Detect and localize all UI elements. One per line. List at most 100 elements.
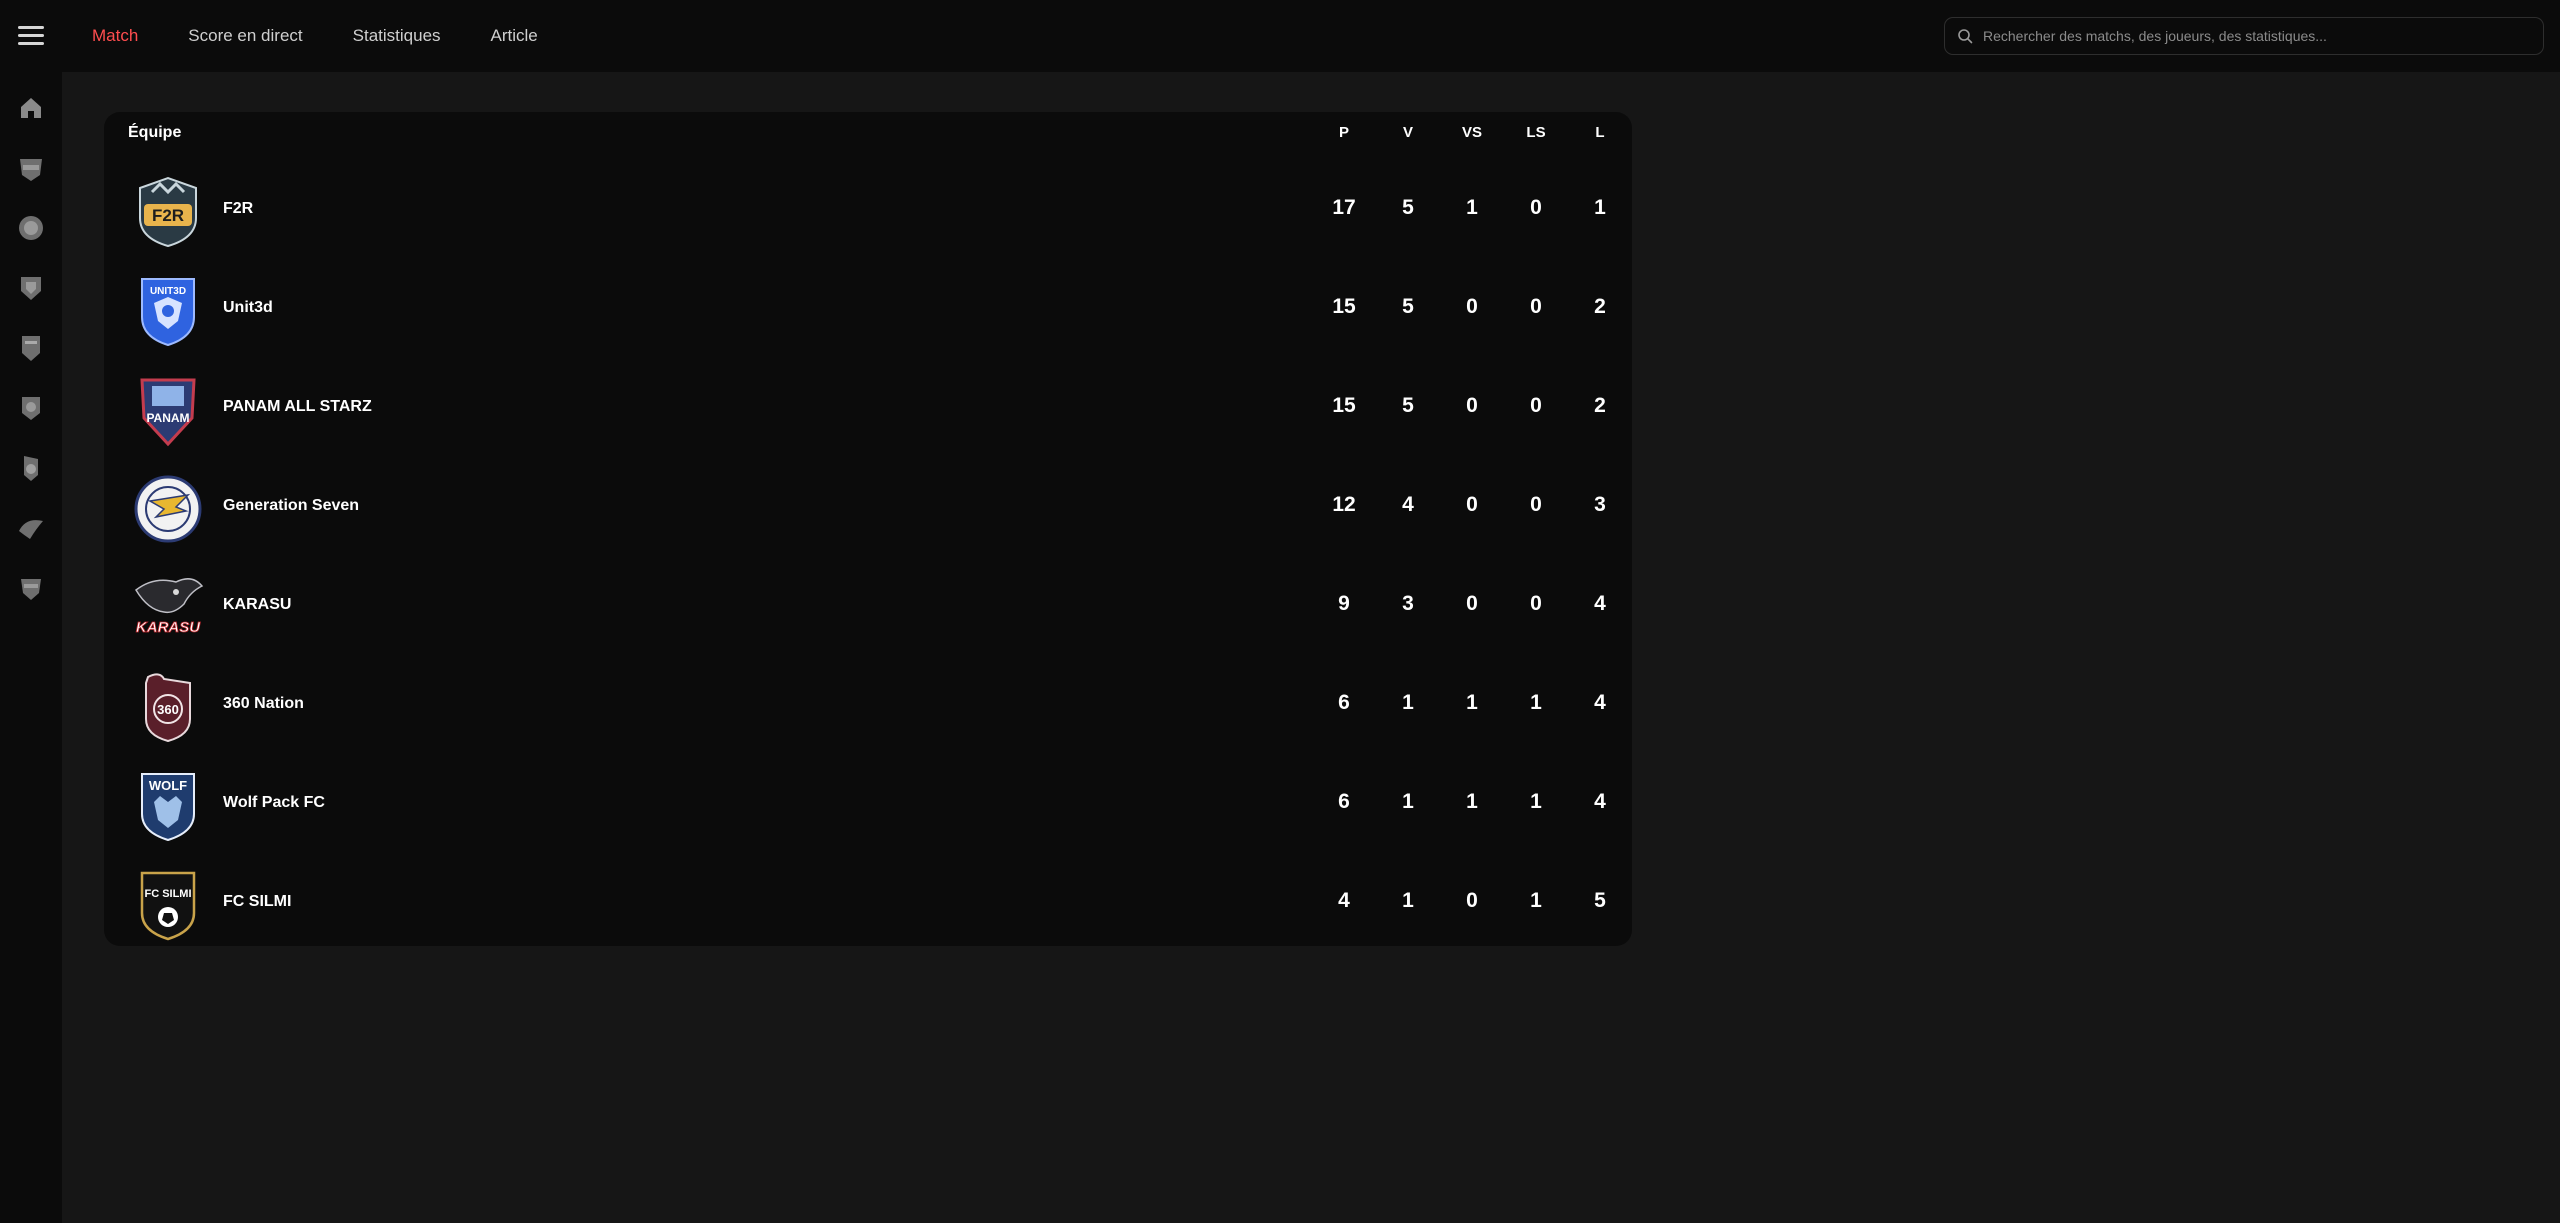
standings-table: Équipe P V VS LS L F2R F2R 17 5 1 0 1 UN… <box>104 112 1632 946</box>
team-logo: F2R <box>130 174 206 250</box>
team-logo: WOLF <box>130 768 206 844</box>
sidebar-item-team-4[interactable] <box>15 332 47 364</box>
stat-vs: 0 <box>1466 889 1478 912</box>
search-icon <box>1958 29 1973 44</box>
table-row[interactable]: WOLF Wolf Pack FC 6 1 1 1 4 <box>104 756 1632 855</box>
team-logo: PANAM <box>130 372 206 448</box>
nav-score-en-direct[interactable]: Score en direct <box>188 26 302 46</box>
stat-v: 1 <box>1402 691 1414 714</box>
stat-p: 15 <box>1332 394 1356 417</box>
header-team: Équipe <box>128 124 182 141</box>
stat-ls: 0 <box>1530 295 1542 318</box>
svg-text:F2R: F2R <box>152 206 184 225</box>
stat-l: 5 <box>1594 889 1606 912</box>
stat-ls: 1 <box>1530 889 1542 912</box>
stat-l: 2 <box>1594 295 1606 318</box>
team-name: FC SILMI <box>223 893 292 910</box>
table-row[interactable]: FC SILMI FC SILMI 4 1 0 1 5 <box>104 855 1632 954</box>
header-ls: LS <box>1526 124 1546 141</box>
team-name: KARASU <box>223 596 292 613</box>
stat-v: 3 <box>1402 592 1414 615</box>
team-name: Generation Seven <box>223 497 360 514</box>
team-logo-icon <box>21 579 41 600</box>
team-logo-icon <box>19 520 43 539</box>
stat-p: 6 <box>1338 691 1350 714</box>
sidebar <box>0 72 62 1223</box>
table-row[interactable]: UNIT3D Unit3d 15 5 0 0 2 <box>104 261 1632 360</box>
stat-l: 2 <box>1594 394 1606 417</box>
svg-text:FC SILMI: FC SILMI <box>144 888 191 900</box>
sidebar-item-team-6[interactable] <box>15 452 47 484</box>
home-icon <box>21 98 41 118</box>
team-logo: FC SILMI <box>130 867 206 943</box>
sidebar-item-team-3[interactable] <box>15 272 47 304</box>
stat-p: 9 <box>1338 592 1350 615</box>
sidebar-item-team-5[interactable] <box>15 392 47 424</box>
svg-text:360: 360 <box>157 702 179 717</box>
header-v: V <box>1402 124 1413 141</box>
team-name: Wolf Pack FC <box>223 794 325 811</box>
stat-p: 6 <box>1338 790 1350 813</box>
stat-p: 15 <box>1332 295 1356 318</box>
header-vs: VS <box>1461 124 1482 141</box>
header-l: L <box>1595 124 1605 141</box>
nav-article[interactable]: Article <box>491 26 538 46</box>
team-name: PANAM ALL STARZ <box>223 398 372 415</box>
stat-l: 1 <box>1594 196 1606 219</box>
stat-ls: 1 <box>1530 790 1542 813</box>
table-row[interactable]: KARASU KARASU 9 3 0 0 4 <box>104 558 1632 657</box>
stat-v: 4 <box>1402 493 1414 516</box>
stat-ls: 0 <box>1530 394 1542 417</box>
stat-v: 5 <box>1402 394 1414 417</box>
table-row[interactable]: 360 360 Nation 6 1 1 1 4 <box>104 657 1632 756</box>
stat-vs: 1 <box>1466 691 1478 714</box>
stat-vs: 0 <box>1466 592 1478 615</box>
stat-l: 3 <box>1594 493 1606 516</box>
team-logo-icon <box>19 216 43 240</box>
stat-vs: 0 <box>1466 493 1478 516</box>
team-name: Unit3d <box>223 299 273 316</box>
sidebar-item-team-8[interactable] <box>15 572 47 604</box>
stat-p: 12 <box>1332 493 1356 516</box>
team-logo-icon <box>22 336 40 361</box>
team-logo: KARASU <box>130 570 206 646</box>
sidebar-item-team-7[interactable] <box>15 512 47 544</box>
header-p: P <box>1338 124 1349 141</box>
main-nav: Match Score en direct Statistiques Artic… <box>92 0 588 72</box>
stat-ls: 0 <box>1530 493 1542 516</box>
stat-v: 5 <box>1402 295 1414 318</box>
team-name: 360 Nation <box>223 695 304 712</box>
stat-v: 1 <box>1402 889 1414 912</box>
table-row[interactable]: F2R F2R 17 5 1 0 1 <box>104 162 1632 261</box>
svg-text:UNIT3D: UNIT3D <box>150 286 186 297</box>
team-logo-icon <box>24 456 38 481</box>
svg-text:PANAM: PANAM <box>146 411 189 425</box>
team-logo: UNIT3D <box>130 273 206 349</box>
table-row[interactable]: Generation Seven 12 4 0 0 3 <box>104 459 1632 558</box>
stat-vs: 0 <box>1466 295 1478 318</box>
stat-vs: 1 <box>1466 790 1478 813</box>
stat-p: 4 <box>1338 889 1350 912</box>
hamburger-menu-icon[interactable] <box>18 20 45 50</box>
search-input[interactable] <box>1983 28 2543 44</box>
stat-l: 4 <box>1594 790 1606 813</box>
svg-text:WOLF: WOLF <box>149 778 187 793</box>
nav-statistiques[interactable]: Statistiques <box>353 26 441 46</box>
sidebar-item-team-1[interactable] <box>15 152 47 184</box>
stat-v: 5 <box>1402 196 1414 219</box>
team-logo-icon <box>22 397 40 420</box>
sidebar-item-team-2[interactable] <box>15 212 47 244</box>
team-logo-icon <box>21 277 41 300</box>
sidebar-item-home[interactable] <box>15 92 47 124</box>
stat-p: 17 <box>1332 196 1356 219</box>
stat-ls: 0 <box>1530 592 1542 615</box>
search-box[interactable] <box>1944 17 2544 55</box>
stat-l: 4 <box>1594 592 1606 615</box>
team-logo-icon <box>20 159 42 181</box>
team-name: F2R <box>223 200 254 217</box>
stat-ls: 1 <box>1530 691 1542 714</box>
nav-match[interactable]: Match <box>92 26 138 46</box>
table-row[interactable]: PANAM PANAM ALL STARZ 15 5 0 0 2 <box>104 360 1632 459</box>
stat-vs: 1 <box>1466 196 1478 219</box>
top-bar: Match Score en direct Statistiques Artic… <box>0 0 2560 72</box>
